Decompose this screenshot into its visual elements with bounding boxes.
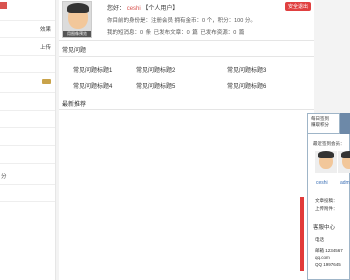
greeting-label: 您好： xyxy=(107,6,126,12)
member-center-main: 用图像预览 您好： ceshi 【个人用户】 安全退出 你目前的身份是：注册会员… xyxy=(59,0,314,280)
widget-tab-toggle[interactable] xyxy=(340,113,350,134)
avatar-caption: 用图像预览 xyxy=(63,31,91,37)
sidebar-divider xyxy=(0,55,55,56)
email-domain: qq.com xyxy=(315,255,330,260)
sidebar-divider xyxy=(0,184,55,185)
sidebar-item-upload[interactable]: 上传 xyxy=(40,43,51,51)
email-label: 邮箱 1234567 xyxy=(315,248,343,253)
tab-line-2: 赚取积分 xyxy=(311,122,329,127)
faq-link[interactable]: 常见问题标题3 xyxy=(227,65,266,74)
faq-link[interactable]: 常见问题标题1 xyxy=(73,65,112,74)
section-divider xyxy=(59,40,314,41)
sidebar-divider xyxy=(0,20,55,21)
sidebar-divider xyxy=(0,92,55,93)
member-name-link[interactable]: adm xyxy=(340,180,350,186)
recommend-title: 最新推荐 xyxy=(62,102,87,108)
article-submit-label: 文章投稿： xyxy=(315,198,338,203)
avatar[interactable]: 用图像预览 xyxy=(62,1,92,38)
red-marker xyxy=(0,2,7,9)
sidebar-divider xyxy=(0,72,55,73)
faq-link[interactable]: 常见问题标题5 xyxy=(136,81,175,90)
stats-line: 我的短消息：0 条 已发布文章：0 篇 已发布资源：0 篇 xyxy=(107,30,245,36)
recent-members-label: 最近签到会员： xyxy=(313,141,345,146)
left-sidebar: 效果 上传 分 xyxy=(0,0,56,280)
upload-attachment-label: 上传附件： xyxy=(315,206,338,211)
avatar-hair-icon xyxy=(67,3,89,13)
sidebar-divider xyxy=(0,37,55,38)
sidebar-item-score[interactable]: 分 xyxy=(1,172,7,180)
daily-signin-tab[interactable]: 每日签到 赚取积分 xyxy=(307,113,340,134)
sidebar-divider xyxy=(0,127,55,128)
section-divider xyxy=(59,109,314,110)
logout-button[interactable]: 安全退出 xyxy=(284,2,311,11)
member-avatar[interactable] xyxy=(338,151,350,173)
username: ceshi xyxy=(126,6,141,12)
greeting-line: 您好： ceshi 【个人用户】 xyxy=(107,3,178,12)
section-divider xyxy=(59,56,314,57)
faq-link[interactable]: 常见问题标题6 xyxy=(227,81,266,90)
sidebar-divider xyxy=(0,145,55,146)
faq-link[interactable]: 常见问题标题2 xyxy=(136,65,175,74)
user-type: 【个人用户】 xyxy=(142,6,179,12)
sidebar-divider xyxy=(0,163,55,164)
qq-label: QQ 1997645 xyxy=(315,262,341,267)
faq-link[interactable]: 常见问题标题4 xyxy=(73,81,112,90)
avatar-hair-icon xyxy=(318,151,334,158)
sidebar-item-effect[interactable]: 效果 xyxy=(40,25,51,33)
faq-title: 常见问题 xyxy=(62,48,87,54)
arrow-icon[interactable] xyxy=(42,79,51,84)
phone-label: 电话 xyxy=(315,237,324,242)
sidebar-divider xyxy=(0,110,55,111)
customer-center-title: 客服中心 xyxy=(313,225,336,231)
side-red-bar[interactable] xyxy=(300,197,304,271)
member-name-link[interactable]: ceshi xyxy=(316,180,328,186)
avatar-hair-icon xyxy=(341,151,350,158)
member-avatar[interactable] xyxy=(315,151,337,173)
identity-line: 你目前的身份是：注册会员 拥有金币：0 个，积分：100 分。 xyxy=(107,18,256,24)
sidebar-divider xyxy=(0,201,55,202)
